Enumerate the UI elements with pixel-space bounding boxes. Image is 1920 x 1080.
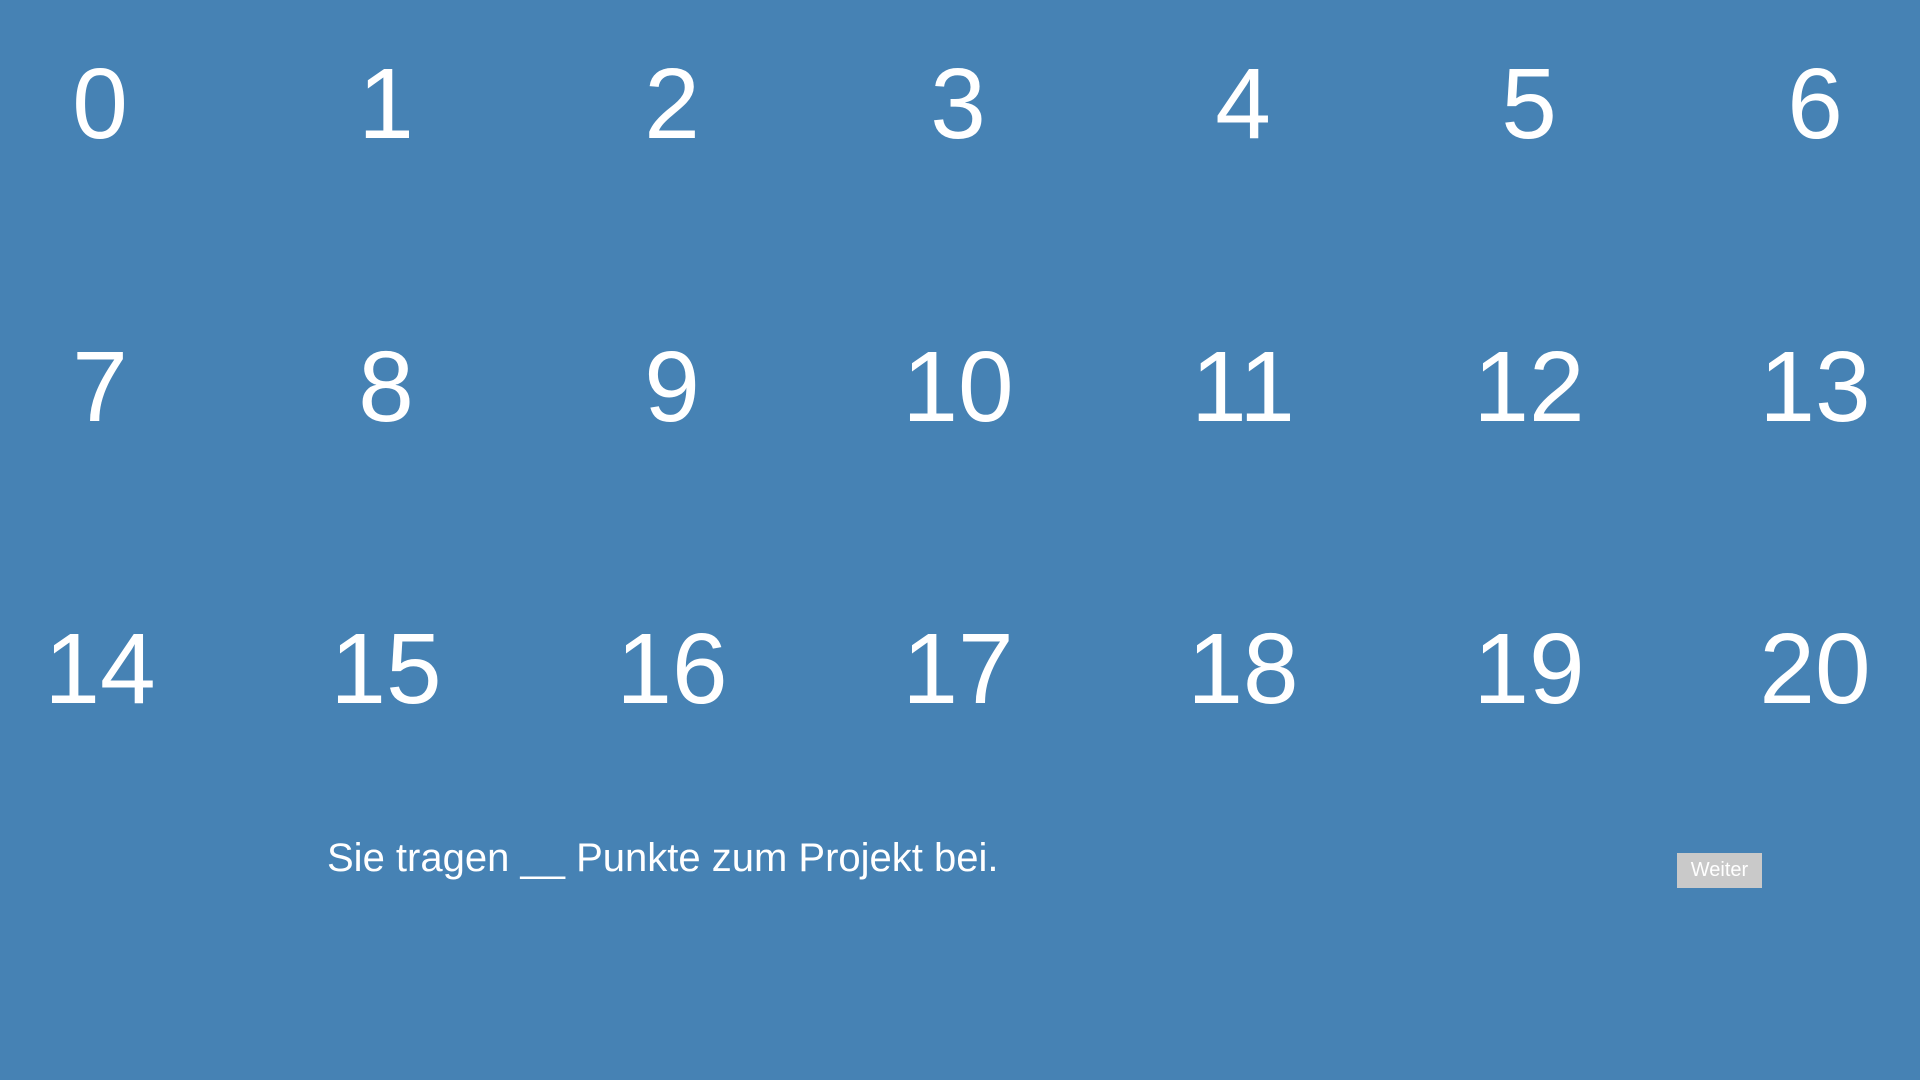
number-option-3[interactable]: 3 <box>848 44 1068 164</box>
number-option-2[interactable]: 2 <box>562 44 782 164</box>
number-option-13[interactable]: 13 <box>1705 327 1920 447</box>
number-option-11[interactable]: 11 <box>1133 327 1353 447</box>
number-option-9[interactable]: 9 <box>562 327 782 447</box>
number-option-20[interactable]: 20 <box>1705 609 1920 729</box>
number-option-18[interactable]: 18 <box>1133 609 1353 729</box>
number-option-0[interactable]: 0 <box>0 44 210 164</box>
number-grid: 0 1 2 3 4 5 6 7 8 9 10 11 12 13 14 15 16… <box>0 0 1920 760</box>
next-button[interactable]: Weiter <box>1677 853 1762 888</box>
number-option-7[interactable]: 7 <box>0 327 210 447</box>
number-option-16[interactable]: 16 <box>562 609 782 729</box>
contribution-prompt: Sie tragen __ Punkte zum Projekt bei. <box>327 836 999 880</box>
number-option-19[interactable]: 19 <box>1419 609 1639 729</box>
number-option-1[interactable]: 1 <box>276 44 496 164</box>
number-option-8[interactable]: 8 <box>276 327 496 447</box>
number-option-10[interactable]: 10 <box>848 327 1068 447</box>
number-option-15[interactable]: 15 <box>276 609 496 729</box>
number-option-14[interactable]: 14 <box>0 609 210 729</box>
number-option-17[interactable]: 17 <box>848 609 1068 729</box>
number-option-4[interactable]: 4 <box>1133 44 1353 164</box>
number-option-12[interactable]: 12 <box>1419 327 1639 447</box>
number-option-6[interactable]: 6 <box>1705 44 1920 164</box>
number-option-5[interactable]: 5 <box>1419 44 1639 164</box>
